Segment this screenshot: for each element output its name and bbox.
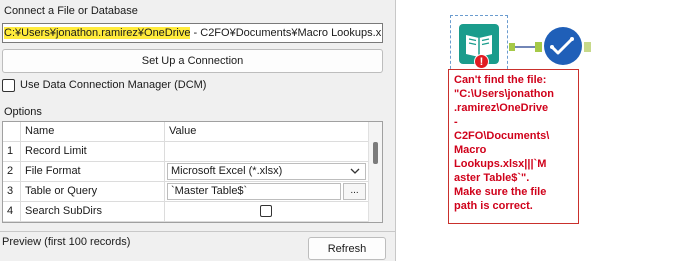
error-line: Macro bbox=[454, 144, 487, 156]
record-limit-value[interactable] bbox=[165, 142, 370, 161]
search-subdirs-checkbox[interactable] bbox=[260, 205, 272, 217]
grid-row-record-limit[interactable]: 1 Record Limit bbox=[3, 142, 370, 162]
set-up-connection-label: Set Up a Connection bbox=[141, 55, 244, 67]
grid-row-file-format[interactable]: 2 File Format Microsoft Excel (*.xlsx) bbox=[3, 162, 370, 182]
grid-header-value: Value bbox=[169, 125, 197, 137]
browse-output-anchor[interactable] bbox=[584, 42, 591, 52]
file-format-select[interactable]: Microsoft Excel (*.xlsx) bbox=[167, 163, 366, 180]
path-highlight: C:¥Users¥jonathon.ramirez¥OneDrive bbox=[4, 27, 191, 39]
error-line: Make sure the file bbox=[454, 186, 547, 198]
row-number: 3 bbox=[3, 182, 21, 201]
preview-label: Preview (first 100 records) bbox=[2, 236, 131, 248]
refresh-button[interactable]: Refresh bbox=[308, 237, 386, 260]
error-message-box: Can't find the file: "C:\Users\jonathon … bbox=[448, 69, 579, 224]
grid-scrollbar[interactable] bbox=[368, 122, 382, 222]
row-name: Search SubDirs bbox=[21, 202, 165, 221]
grid-row-search-subdirs[interactable]: 4 Search SubDirs bbox=[3, 202, 370, 222]
row-name: File Format bbox=[21, 162, 165, 181]
file-format-value: Microsoft Excel (*.xlsx) bbox=[171, 165, 283, 177]
error-line: aster Table$`". bbox=[454, 172, 530, 184]
error-line: .ramirez\OneDrive bbox=[454, 102, 549, 114]
chevron-down-icon bbox=[350, 168, 360, 174]
dcm-label: Use Data Connection Manager (DCM) bbox=[20, 79, 207, 91]
configuration-panel: Connect a File or Database C:¥Users¥jona… bbox=[0, 0, 396, 261]
row-number: 2 bbox=[3, 162, 21, 181]
grid-header-row: Name Value bbox=[3, 122, 370, 142]
table-query-input[interactable]: `Master Table$` bbox=[167, 183, 341, 200]
path-rest: - C2FO¥Documents¥Macro Lookups.xlsx bbox=[190, 27, 383, 39]
grid-header-name: Name bbox=[21, 122, 165, 141]
error-line: - bbox=[454, 116, 458, 128]
grid-row-table-or-query[interactable]: 3 Table or Query `Master Table$` ... bbox=[3, 182, 370, 202]
options-grid: Name Value 1 Record Limit 2 File Format … bbox=[2, 121, 383, 223]
connect-label: Connect a File or Database bbox=[4, 5, 138, 17]
set-up-connection-button[interactable]: Set Up a Connection bbox=[2, 49, 383, 73]
row-number: 1 bbox=[3, 142, 21, 161]
input-anchor[interactable] bbox=[535, 42, 542, 52]
dcm-checkbox[interactable] bbox=[2, 79, 15, 92]
input-data-tool[interactable]: ! bbox=[450, 15, 508, 74]
file-path-input[interactable]: C:¥Users¥jonathon.ramirez¥OneDrive - C2F… bbox=[2, 23, 383, 43]
checkmark-browse-icon[interactable] bbox=[544, 27, 582, 65]
error-line: path is correct. bbox=[454, 200, 533, 212]
refresh-label: Refresh bbox=[327, 242, 367, 255]
row-name: Table or Query bbox=[21, 182, 165, 201]
scrollbar-thumb[interactable] bbox=[373, 142, 378, 164]
error-line: Can't find the file: bbox=[454, 74, 547, 86]
error-icon: ! bbox=[474, 54, 489, 69]
error-line: "C:\Users\jonathon bbox=[454, 88, 554, 100]
divider bbox=[0, 231, 396, 232]
row-number: 4 bbox=[3, 202, 21, 221]
output-anchor[interactable] bbox=[509, 43, 515, 51]
error-line: C2FO\Documents\ bbox=[454, 130, 550, 142]
error-line: Lookups.xlsx|||`M bbox=[454, 158, 547, 170]
workflow-canvas[interactable]: ! Can't find the file: "C:\Users\jonatho… bbox=[397, 0, 677, 261]
options-label: Options bbox=[4, 106, 42, 118]
row-name: Record Limit bbox=[21, 142, 165, 161]
table-query-browse-button[interactable]: ... bbox=[343, 183, 366, 200]
